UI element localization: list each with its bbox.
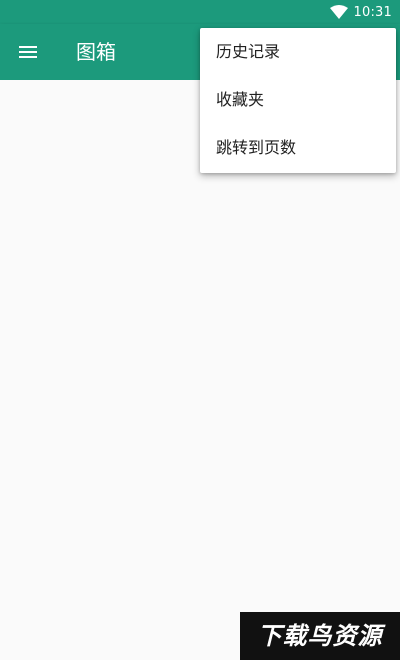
menu-item-favorites[interactable]: 收藏夹 <box>200 76 396 124</box>
wifi-icon <box>329 5 348 19</box>
status-time: 10:31 <box>353 4 392 20</box>
status-bar: 10:31 <box>0 0 400 24</box>
status-indicators: 10:31 <box>329 0 392 24</box>
menu-item-history[interactable]: 历史记录 <box>200 28 396 76</box>
menu-item-jump-to-page[interactable]: 跳转到页数 <box>200 124 396 172</box>
watermark-logo: 下载鸟资源 <box>240 612 400 660</box>
app-screen: 10:31 图箱 历史记录 收藏夹 跳转到页数 下载鸟资源 <box>0 0 400 660</box>
navigation-menu-button[interactable] <box>8 32 48 72</box>
app-title: 图箱 <box>76 40 116 64</box>
overflow-menu: 历史记录 收藏夹 跳转到页数 <box>200 28 396 173</box>
hamburger-menu-icon <box>19 45 37 59</box>
